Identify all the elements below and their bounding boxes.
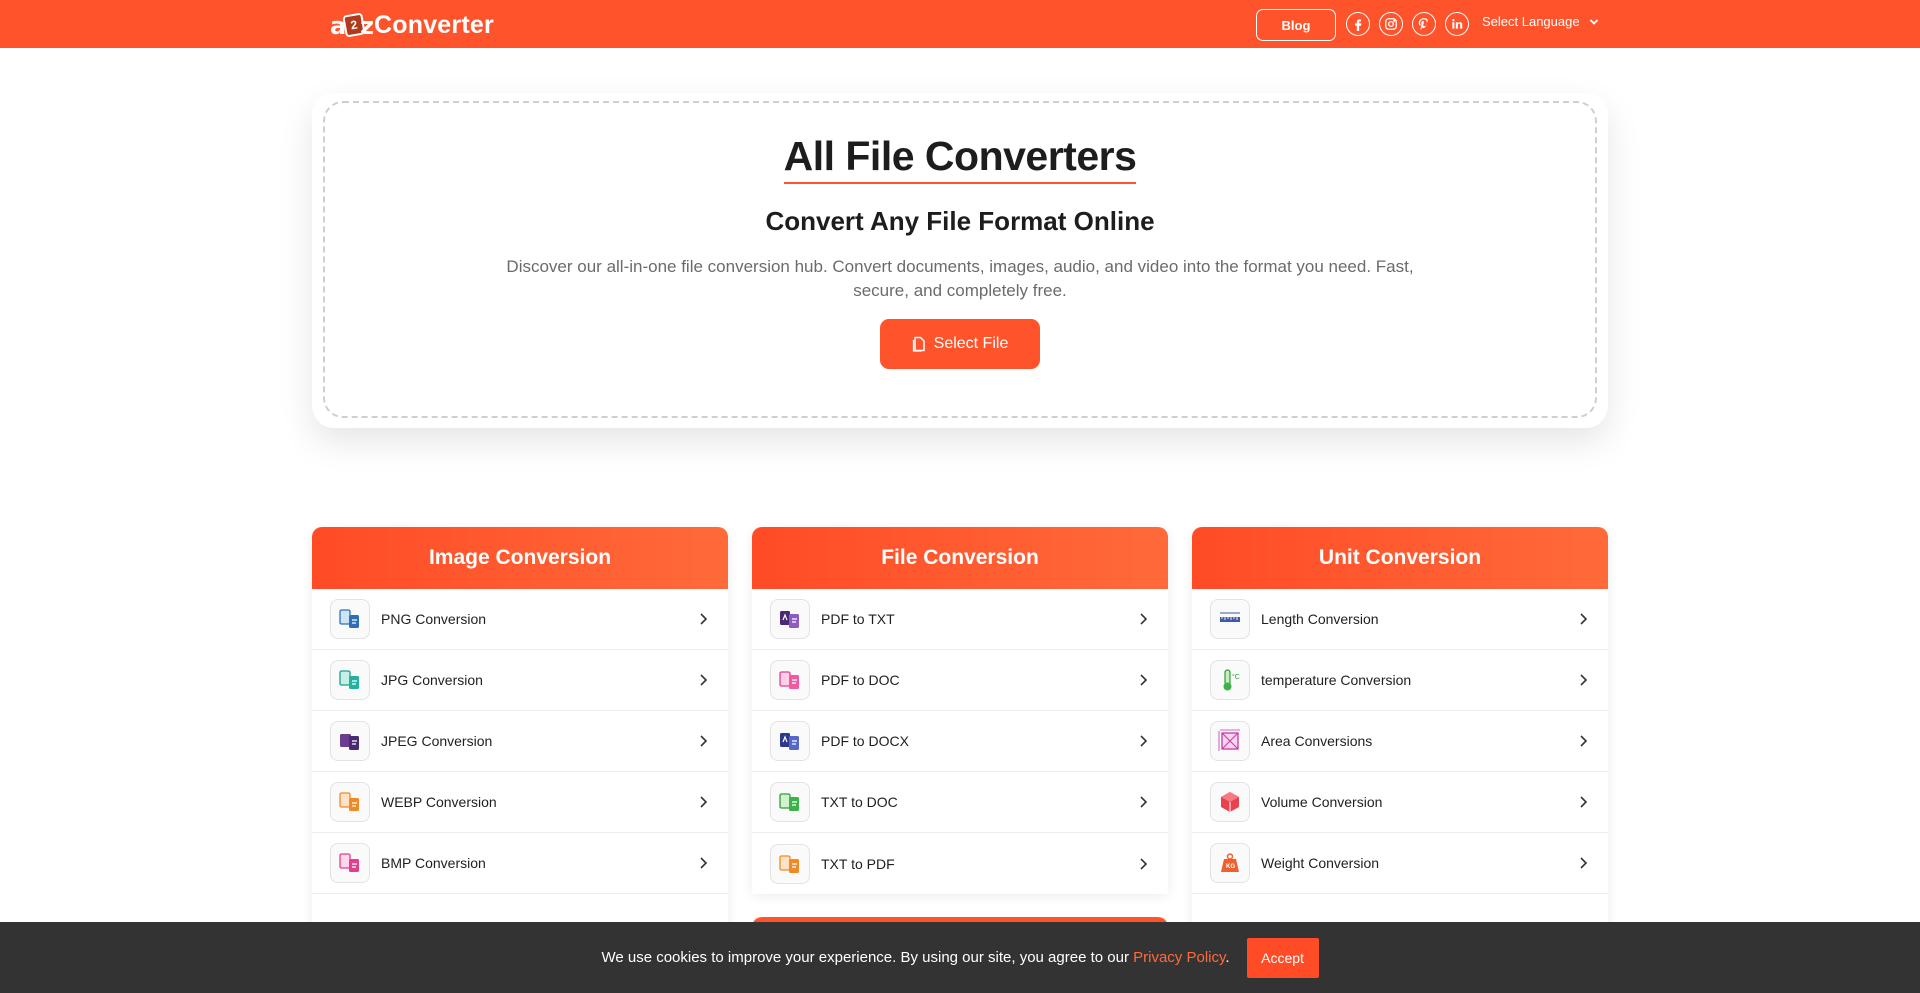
logo-text: Converter xyxy=(374,10,494,39)
linkedin-icon[interactable] xyxy=(1445,12,1469,36)
jpeg-file-icon xyxy=(330,721,370,761)
cube-icon xyxy=(1210,782,1250,822)
weight-icon: KG xyxy=(1210,843,1250,883)
area-icon xyxy=(1210,721,1250,761)
hero-description: Discover our all-in-one file conversion … xyxy=(506,257,1414,300)
list-item[interactable]: BMP Conversion xyxy=(312,833,728,894)
select-file-button[interactable]: Select File xyxy=(880,319,1040,369)
image-conversion-panel: Image Conversion PNG Conversion JPG Conv… xyxy=(312,527,728,955)
select-file-label: Select File xyxy=(933,335,1009,352)
bmp-file-icon xyxy=(330,843,370,883)
unit-conversion-panel: Unit Conversion Length Conversion °C tem… xyxy=(1192,527,1608,955)
list-item-label: Length Conversion xyxy=(1261,611,1379,627)
chevron-down-icon xyxy=(1589,18,1598,25)
chevron-right-icon xyxy=(1140,674,1148,686)
list-item[interactable]: WEBP Conversion xyxy=(312,772,728,833)
chevron-right-icon xyxy=(1140,613,1148,625)
chevron-right-icon xyxy=(1580,674,1588,686)
logo-letter-z: z xyxy=(360,12,374,40)
top-navbar: a 2 z Converter Blog Select Language xyxy=(0,0,1920,48)
list-item[interactable]: JPG Conversion xyxy=(312,650,728,711)
list-item-label: PDF to DOC xyxy=(821,672,900,688)
panel-title: Unit Conversion xyxy=(1192,527,1608,589)
list-item-label: Volume Conversion xyxy=(1261,794,1383,810)
blog-button[interactable]: Blog xyxy=(1256,9,1336,41)
list-item-label: Weight Conversion xyxy=(1261,855,1380,871)
list-item-label: TXT to PDF xyxy=(821,855,895,872)
list-item[interactable]: PNG Conversion xyxy=(312,589,728,650)
svg-text:°C: °C xyxy=(1232,673,1240,681)
cookie-banner: We use cookies to improve your experienc… xyxy=(0,922,1920,993)
page-title-wrap: All File Converters xyxy=(312,133,1608,184)
list-item-label: PDF to DOCX xyxy=(821,733,909,749)
list-item-label: PNG Conversion xyxy=(381,611,487,627)
list-item-label: WEBP Conversion xyxy=(381,794,497,810)
list-item[interactable]: JPEG Conversion xyxy=(312,711,728,772)
chevron-right-icon xyxy=(700,674,708,686)
chevron-right-icon xyxy=(1580,735,1588,747)
jpg-file-icon xyxy=(330,660,370,700)
list-item[interactable]: °C temperature Conversion xyxy=(1192,650,1608,711)
list-item[interactable]: TXT to PDF xyxy=(752,833,1168,894)
file-conversion-panel: File Conversion PDF to TXT PDF to DOC PD… xyxy=(752,527,1168,894)
chevron-right-icon xyxy=(700,857,708,869)
chevron-right-icon xyxy=(1580,613,1588,625)
language-select[interactable]: Select Language xyxy=(1482,14,1599,29)
list-item[interactable]: Volume Conversion xyxy=(1192,772,1608,833)
list-item-label: temperature Conversion xyxy=(1261,672,1412,688)
chevron-right-icon xyxy=(1140,735,1148,747)
accept-cookies-button[interactable]: Accept xyxy=(1246,937,1319,978)
pdf-to-doc-icon xyxy=(770,660,810,700)
list-item[interactable]: TXT to DOC xyxy=(752,772,1168,833)
hero-card: All File Converters Convert Any File For… xyxy=(312,93,1608,428)
pdf-to-docx-icon xyxy=(770,721,810,761)
thermometer-icon: °C xyxy=(1210,660,1250,700)
svg-text:KG: KG xyxy=(1226,864,1235,870)
instagram-icon[interactable] xyxy=(1379,12,1403,36)
list-item[interactable]: Area Conversions xyxy=(1192,711,1608,772)
panel-title: File Conversion xyxy=(752,527,1168,589)
panel-title: Image Conversion xyxy=(312,527,728,589)
list-item-label: JPEG Conversion xyxy=(381,733,493,749)
cookie-message: We use cookies to improve your experienc… xyxy=(601,949,1229,966)
page-title: All File Converters xyxy=(783,133,1137,184)
chevron-right-icon xyxy=(700,796,708,808)
privacy-policy-link[interactable]: Privacy Policy xyxy=(1133,949,1225,966)
chevron-right-icon xyxy=(1140,796,1148,808)
txt-to-pdf-icon xyxy=(770,843,810,884)
png-file-icon xyxy=(330,599,370,639)
webp-file-icon xyxy=(330,782,370,822)
list-item-label: BMP Conversion xyxy=(381,855,486,871)
chevron-right-icon xyxy=(1580,857,1588,869)
logo-icon: a 2 z xyxy=(330,11,374,40)
txt-to-doc-icon xyxy=(770,782,810,822)
facebook-icon[interactable] xyxy=(1346,12,1370,36)
pdf-to-txt-icon xyxy=(770,599,810,639)
list-item[interactable]: PDF to DOCX xyxy=(752,711,1168,772)
site-logo[interactable]: a 2 z Converter xyxy=(330,10,494,41)
chevron-right-icon xyxy=(700,613,708,625)
language-select-label: Select Language xyxy=(1482,14,1580,29)
hero-subtitle: Convert Any File Format Online xyxy=(765,206,1155,236)
file-icon xyxy=(912,336,925,352)
list-item-label: PDF to TXT xyxy=(821,611,895,627)
list-item[interactable]: Length Conversion xyxy=(1192,589,1608,650)
list-item[interactable]: PDF to DOC xyxy=(752,650,1168,711)
list-item-label: Area Conversions xyxy=(1261,733,1373,749)
chevron-right-icon xyxy=(700,735,708,747)
cookie-text-before: We use cookies to improve your experienc… xyxy=(601,949,1134,966)
list-item[interactable]: PDF to TXT xyxy=(752,589,1168,650)
chevron-right-icon xyxy=(1140,857,1148,870)
ruler-icon xyxy=(1210,599,1250,639)
list-item-label: TXT to DOC xyxy=(821,794,898,810)
cookie-text-after: . xyxy=(1225,949,1230,966)
list-item[interactable]: KG Weight Conversion xyxy=(1192,833,1608,894)
chevron-right-icon xyxy=(1580,796,1588,808)
pinterest-icon[interactable] xyxy=(1412,12,1436,36)
list-item-label: JPG Conversion xyxy=(381,672,483,688)
